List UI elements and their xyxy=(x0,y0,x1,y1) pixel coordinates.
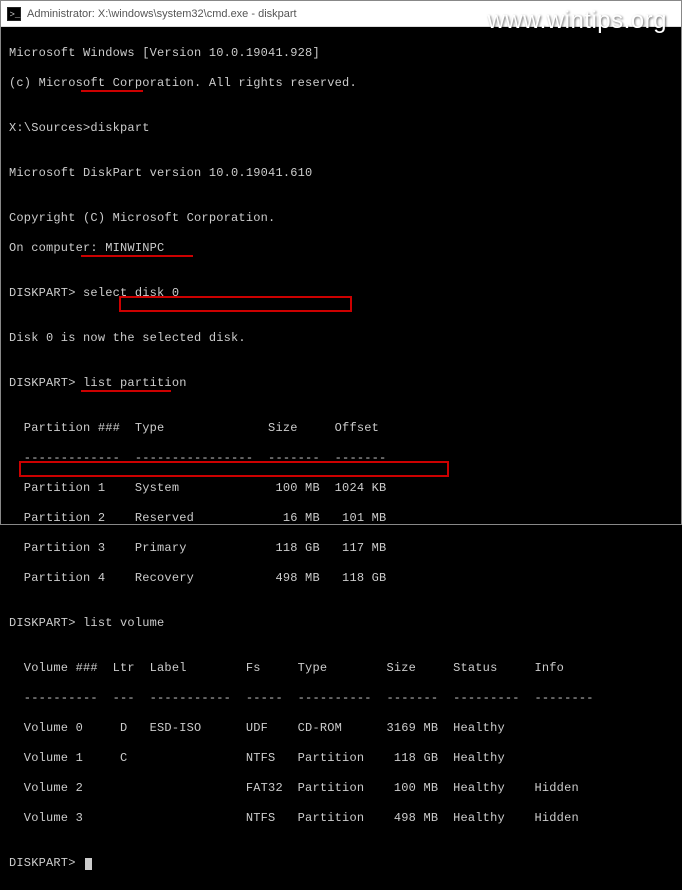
table-row: Volume 2 FAT32 Partition 100 MB Healthy … xyxy=(9,781,673,796)
window-title: Administrator: X:\windows\system32\cmd.e… xyxy=(27,8,297,20)
output-line: On computer: MINWINPC xyxy=(9,241,673,256)
prompt-line: DISKPART> xyxy=(9,856,673,871)
table-header: Partition ### Type Size Offset xyxy=(9,421,673,436)
table-row: Volume 3 NTFS Partition 498 MB Healthy H… xyxy=(9,811,673,826)
prompt-line: DISKPART> list partition xyxy=(9,376,673,391)
table-divider: ---------- --- ----------- ----- -------… xyxy=(9,691,673,706)
table-header: Volume ### Ltr Label Fs Type Size Status… xyxy=(9,661,673,676)
prompt-line: X:\Sources>diskpart xyxy=(9,121,673,136)
annotation-underline xyxy=(81,255,193,257)
output-line: Disk 0 is now the selected disk. xyxy=(9,331,673,346)
output-line: Copyright (C) Microsoft Corporation. xyxy=(9,211,673,226)
output-line: Microsoft DiskPart version 10.0.19041.61… xyxy=(9,166,673,181)
table-row: Partition 1 System 100 MB 1024 KB xyxy=(9,481,673,496)
output-line: (c) Microsoft Corporation. All rights re… xyxy=(9,76,673,91)
prompt-line: DISKPART> select disk 0 xyxy=(9,286,673,301)
output-line: Microsoft Windows [Version 10.0.19041.92… xyxy=(9,46,673,61)
table-row: Partition 2 Reserved 16 MB 101 MB xyxy=(9,511,673,526)
annotation-underline xyxy=(81,90,143,92)
prompt-line: DISKPART> list volume xyxy=(9,616,673,631)
terminal-output[interactable]: Microsoft Windows [Version 10.0.19041.92… xyxy=(1,27,681,890)
cursor xyxy=(85,858,92,870)
cmd-icon: >_ xyxy=(7,7,21,21)
annotation-underline xyxy=(81,390,171,392)
table-row: Volume 1 C NTFS Partition 118 GB Healthy xyxy=(9,751,673,766)
table-row: Partition 4 Recovery 498 MB 118 GB xyxy=(9,571,673,586)
table-row: Volume 0 D ESD-ISO UDF CD-ROM 3169 MB He… xyxy=(9,721,673,736)
table-divider: ------------- ---------------- ------- -… xyxy=(9,451,673,466)
svg-text:>_: >_ xyxy=(10,10,21,20)
table-row: Partition 3 Primary 118 GB 117 MB xyxy=(9,541,673,556)
watermark: www.wintips.org xyxy=(487,7,667,35)
